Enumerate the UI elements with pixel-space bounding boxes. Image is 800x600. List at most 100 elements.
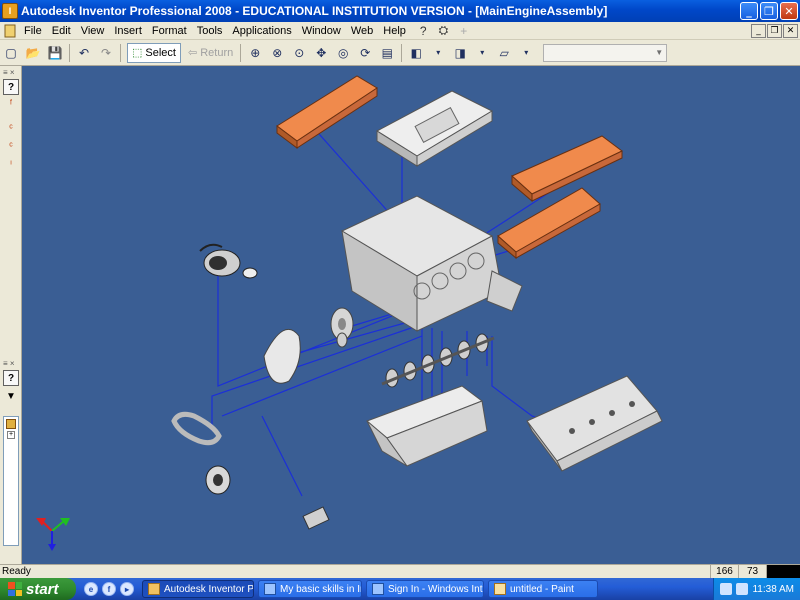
task-inventor[interactable]: Autodesk Inventor Pr...	[142, 580, 254, 598]
menu-view[interactable]: View	[76, 25, 110, 37]
graphics-window[interactable]	[22, 66, 800, 564]
start-button[interactable]: start	[0, 578, 76, 600]
zoom-icon[interactable]: ⊙	[289, 43, 309, 63]
valve-cover-left[interactable]	[276, 75, 378, 149]
expand-node-icon[interactable]: +	[7, 431, 15, 439]
network-icon[interactable]: ⛭	[436, 23, 452, 38]
zoom-selected-icon[interactable]: ◎	[333, 43, 353, 63]
exploded-engine-view[interactable]	[22, 66, 800, 564]
media-icon[interactable]: ▸	[120, 582, 134, 596]
help-question-icon[interactable]: ?	[417, 24, 430, 38]
clock[interactable]: 11:38 AM	[752, 584, 794, 595]
panel-help-icon[interactable]: ?	[3, 79, 19, 95]
camera-dropdown-icon[interactable]: ▾	[472, 43, 492, 63]
browser-help-icon[interactable]: ?	[3, 370, 19, 386]
status-y: 73	[738, 564, 766, 579]
menu-window[interactable]: Window	[297, 25, 346, 37]
pan-icon[interactable]: ✥	[311, 43, 331, 63]
doc-close-button[interactable]: ✕	[783, 23, 798, 38]
rotate-icon[interactable]: ⟳	[355, 43, 375, 63]
display-dropdown-icon[interactable]: ▾	[428, 43, 448, 63]
camera-view-icon[interactable]: ◨	[450, 43, 470, 63]
document-icon[interactable]	[3, 24, 17, 38]
quick-launch: e f ▸	[84, 582, 134, 596]
doc-minimize-button[interactable]: _	[751, 23, 766, 38]
new-file-icon[interactable]: ▢	[1, 43, 21, 63]
look-at-icon[interactable]: ▤	[377, 43, 397, 63]
title-bar[interactable]: I Autodesk Inventor Professional 2008 - …	[0, 0, 800, 22]
ie-icon[interactable]: e	[84, 582, 98, 596]
view-cube-axes[interactable]	[36, 518, 70, 551]
starter-motor[interactable]	[199, 243, 258, 279]
tray-network-icon[interactable]	[720, 583, 733, 595]
panel-tool-icon-2[interactable]: ᶜ	[3, 123, 19, 137]
task-browser-2[interactable]: Sign In - Windows Int...	[366, 580, 484, 598]
shadow-dropdown-icon[interactable]: ▾	[516, 43, 536, 63]
timing-cover[interactable]	[263, 328, 301, 384]
valve-cover-right-lower[interactable]	[497, 187, 601, 260]
task-label: untitled - Paint	[510, 583, 574, 595]
menu-file[interactable]: File	[19, 25, 47, 37]
save-icon[interactable]: 💾	[45, 43, 65, 63]
model-browser[interactable]: +	[3, 416, 19, 546]
windows-flag-icon	[8, 582, 22, 596]
menu-edit[interactable]: Edit	[47, 25, 76, 37]
task-browser-1[interactable]: My basic skills in Inve...	[258, 580, 362, 598]
valve-cover-right-upper[interactable]	[511, 135, 623, 203]
redo-icon[interactable]: ↷	[96, 43, 116, 63]
minimize-button[interactable]: _	[740, 2, 758, 20]
panel-grip[interactable]: ≡ ×	[3, 68, 18, 77]
menu-web[interactable]: Web	[346, 25, 378, 37]
task-label: Sign In - Windows Int...	[388, 583, 484, 595]
ie-task-icon	[372, 583, 384, 595]
style-combo[interactable]: ▼	[543, 43, 668, 62]
assembly-node-icon[interactable]	[6, 419, 16, 429]
inventor-app-icon[interactable]: I	[2, 3, 18, 19]
firefox-icon[interactable]: f	[102, 582, 116, 596]
select-label: Select	[145, 46, 176, 59]
ie-task-icon	[264, 583, 276, 595]
cylinder-head[interactable]	[526, 375, 663, 472]
close-button[interactable]: ✕	[780, 2, 798, 20]
timing-gear[interactable]	[330, 307, 354, 348]
undo-icon[interactable]: ↶	[74, 43, 94, 63]
menu-format[interactable]: Format	[147, 25, 192, 37]
task-paint[interactable]: untitled - Paint	[488, 580, 598, 598]
menu-tools[interactable]: Tools	[192, 25, 228, 37]
tray-volume-icon[interactable]	[736, 583, 749, 595]
plus-icon[interactable]: +	[457, 24, 470, 38]
zoom-all-icon[interactable]: ⊕	[245, 43, 265, 63]
doc-restore-button[interactable]: ❐	[767, 23, 782, 38]
select-button[interactable]: ⬚ Select	[127, 42, 181, 63]
paint-task-icon	[494, 583, 506, 595]
task-label: Autodesk Inventor Pr...	[164, 583, 254, 595]
filter-icon[interactable]: ▼	[3, 388, 19, 404]
windows-taskbar: start e f ▸ Autodesk Inventor Pr... My b…	[0, 578, 800, 600]
engine-block[interactable]	[340, 195, 523, 332]
menu-bar: File Edit View Insert Format Tools Appli…	[0, 22, 800, 40]
shaded-display-icon[interactable]: ◧	[406, 43, 426, 63]
status-bar: Ready 166 73	[0, 564, 800, 579]
menu-insert[interactable]: Insert	[109, 25, 147, 37]
open-file-icon[interactable]: 📂	[23, 43, 43, 63]
left-panel-bar: ≡ × ? ᶠ ᶜ ᶜ ᶦ ≡ × ? ▼ +	[0, 66, 22, 564]
menu-applications[interactable]: Applications	[227, 25, 296, 37]
panel-tool-icon-1[interactable]: ᶠ	[3, 99, 19, 113]
ground-shadow-icon[interactable]: ▱	[494, 43, 514, 63]
panel-tool-icon-4[interactable]: ᶦ	[3, 159, 19, 173]
intake-manifold[interactable]	[376, 90, 494, 167]
oil-filter[interactable]	[302, 506, 330, 530]
panel-tool-icon-3[interactable]: ᶜ	[3, 141, 19, 155]
crankshaft[interactable]	[381, 333, 495, 388]
zoom-window-icon[interactable]: ⊗	[267, 43, 287, 63]
return-button[interactable]: ⇦ Return	[184, 43, 237, 63]
browser-grip[interactable]: ≡ ×	[3, 359, 18, 368]
oil-pan[interactable]	[366, 385, 488, 467]
menu-help[interactable]: Help	[378, 25, 411, 37]
crank-pulley[interactable]	[205, 465, 231, 495]
status-x: 166	[710, 564, 738, 579]
maximize-button[interactable]: ❐	[760, 2, 778, 20]
system-tray: 11:38 AM	[713, 578, 800, 600]
return-label: Return	[200, 46, 234, 59]
return-arrow-icon: ⇦	[187, 47, 198, 59]
